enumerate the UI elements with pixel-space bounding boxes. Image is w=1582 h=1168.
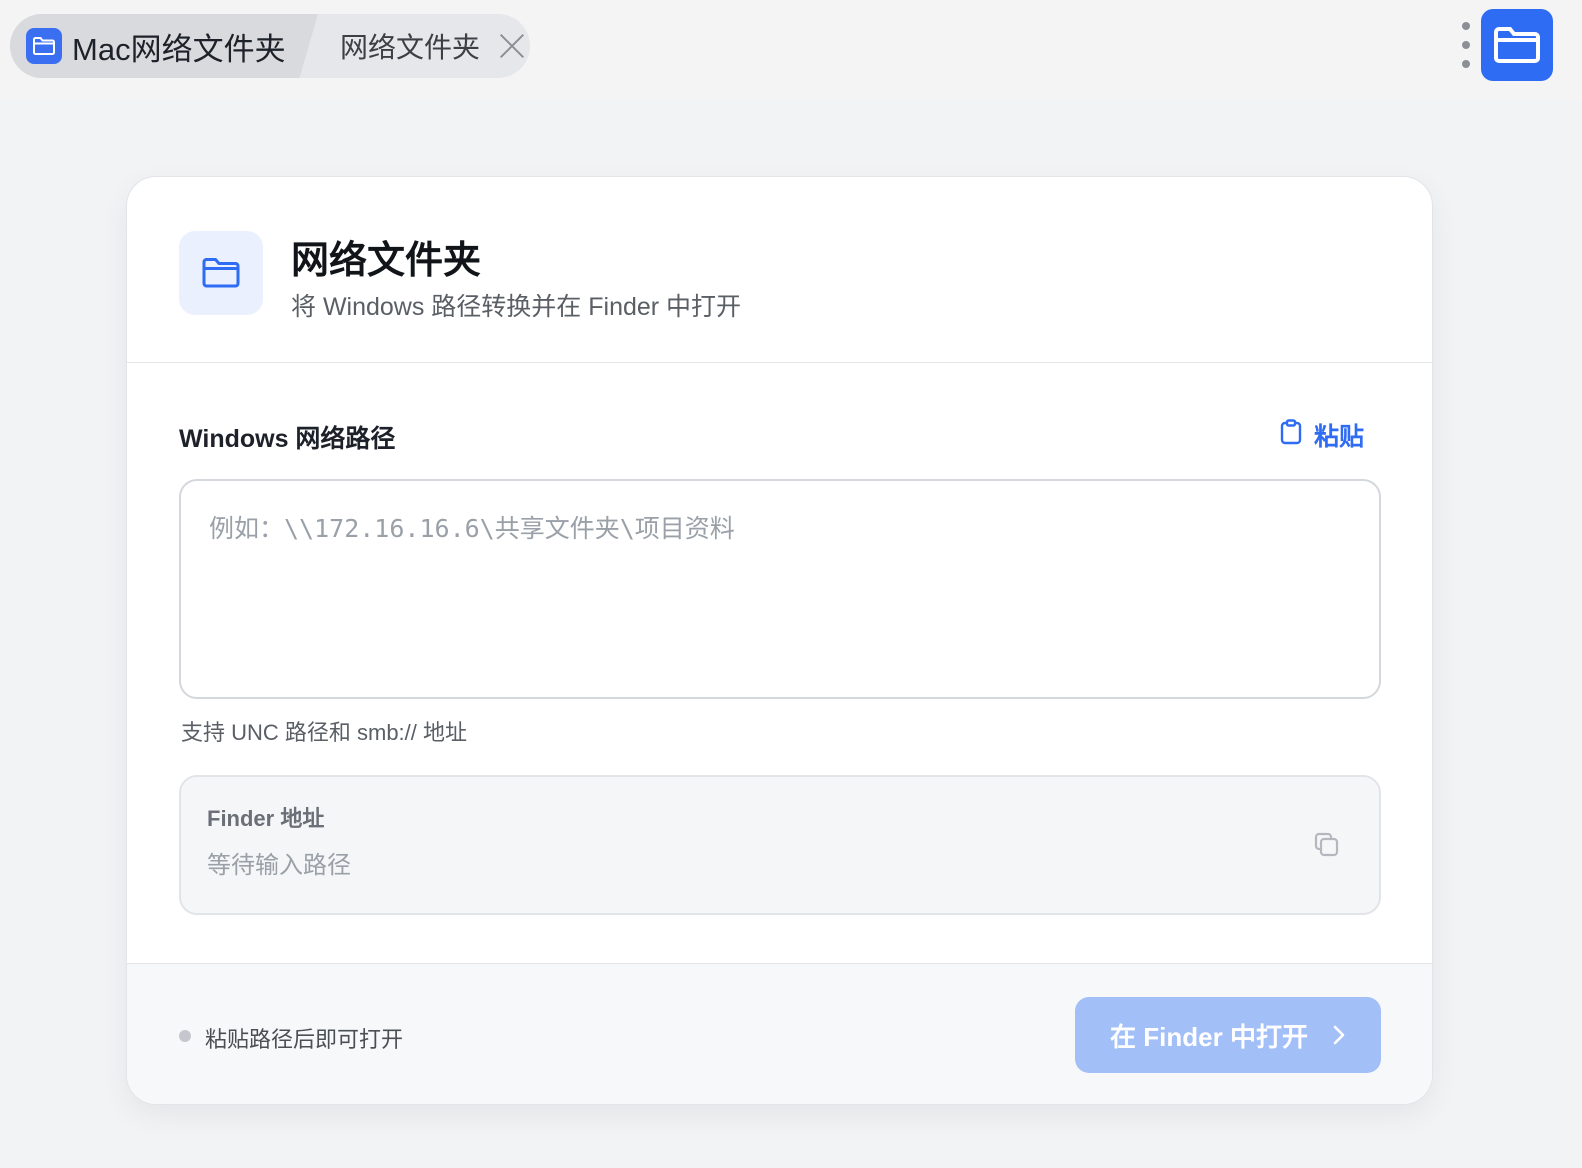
card-header: 网络文件夹 将 Windows 路径转换并在 Finder 中打开 [127, 177, 1432, 363]
chevron-right-icon [1332, 1024, 1346, 1046]
copy-icon[interactable] [1313, 831, 1341, 859]
tab-title: Mac网络文件夹 [72, 31, 286, 67]
paste-label: 粘贴 [1313, 423, 1364, 451]
finder-address-value: 等待输入路径 [207, 852, 351, 879]
page-subtitle: 将 Windows 路径转换并在 Finder 中打开 [291, 293, 742, 321]
open-in-finder-label: 在 Finder 中打开 [1110, 1021, 1308, 1052]
status-text: 粘贴路径后即可打开 [205, 1027, 404, 1052]
title-bar: Mac网络文件夹 网络文件夹 [0, 0, 1582, 100]
more-vertical-icon[interactable] [1458, 22, 1474, 68]
folder-icon[interactable] [1481, 9, 1553, 81]
open-in-finder-button[interactable]: 在 Finder 中打开 [1075, 997, 1381, 1073]
path-hint: 支持 UNC 路径和 smb:// 地址 [181, 720, 468, 745]
main-card: 网络文件夹 将 Windows 路径转换并在 Finder 中打开 Window… [126, 176, 1433, 1105]
status-dot [179, 1030, 191, 1042]
tab-strip: Mac网络文件夹 网络文件夹 [10, 14, 530, 78]
tab-mac-network-folder[interactable]: Mac网络文件夹 [10, 14, 318, 78]
windows-path-input[interactable] [179, 479, 1381, 699]
page-title: 网络文件夹 [291, 240, 482, 282]
clipboard-icon [1280, 418, 1302, 452]
finder-address-label: Finder 地址 [207, 806, 325, 831]
finder-address-box: Finder 地址 等待输入路径 [179, 775, 1381, 915]
close-icon[interactable] [498, 32, 526, 60]
folder-icon [26, 28, 62, 64]
card-footer: 粘贴路径后即可打开 在 Finder 中打开 [127, 963, 1432, 1104]
path-label: Windows 网络路径 [179, 425, 396, 453]
paste-button[interactable]: 粘贴 [1280, 417, 1364, 453]
tab-title: 网络文件夹 [340, 32, 481, 63]
tab-network-folder[interactable]: 网络文件夹 [318, 14, 526, 78]
folder-icon [179, 231, 263, 315]
